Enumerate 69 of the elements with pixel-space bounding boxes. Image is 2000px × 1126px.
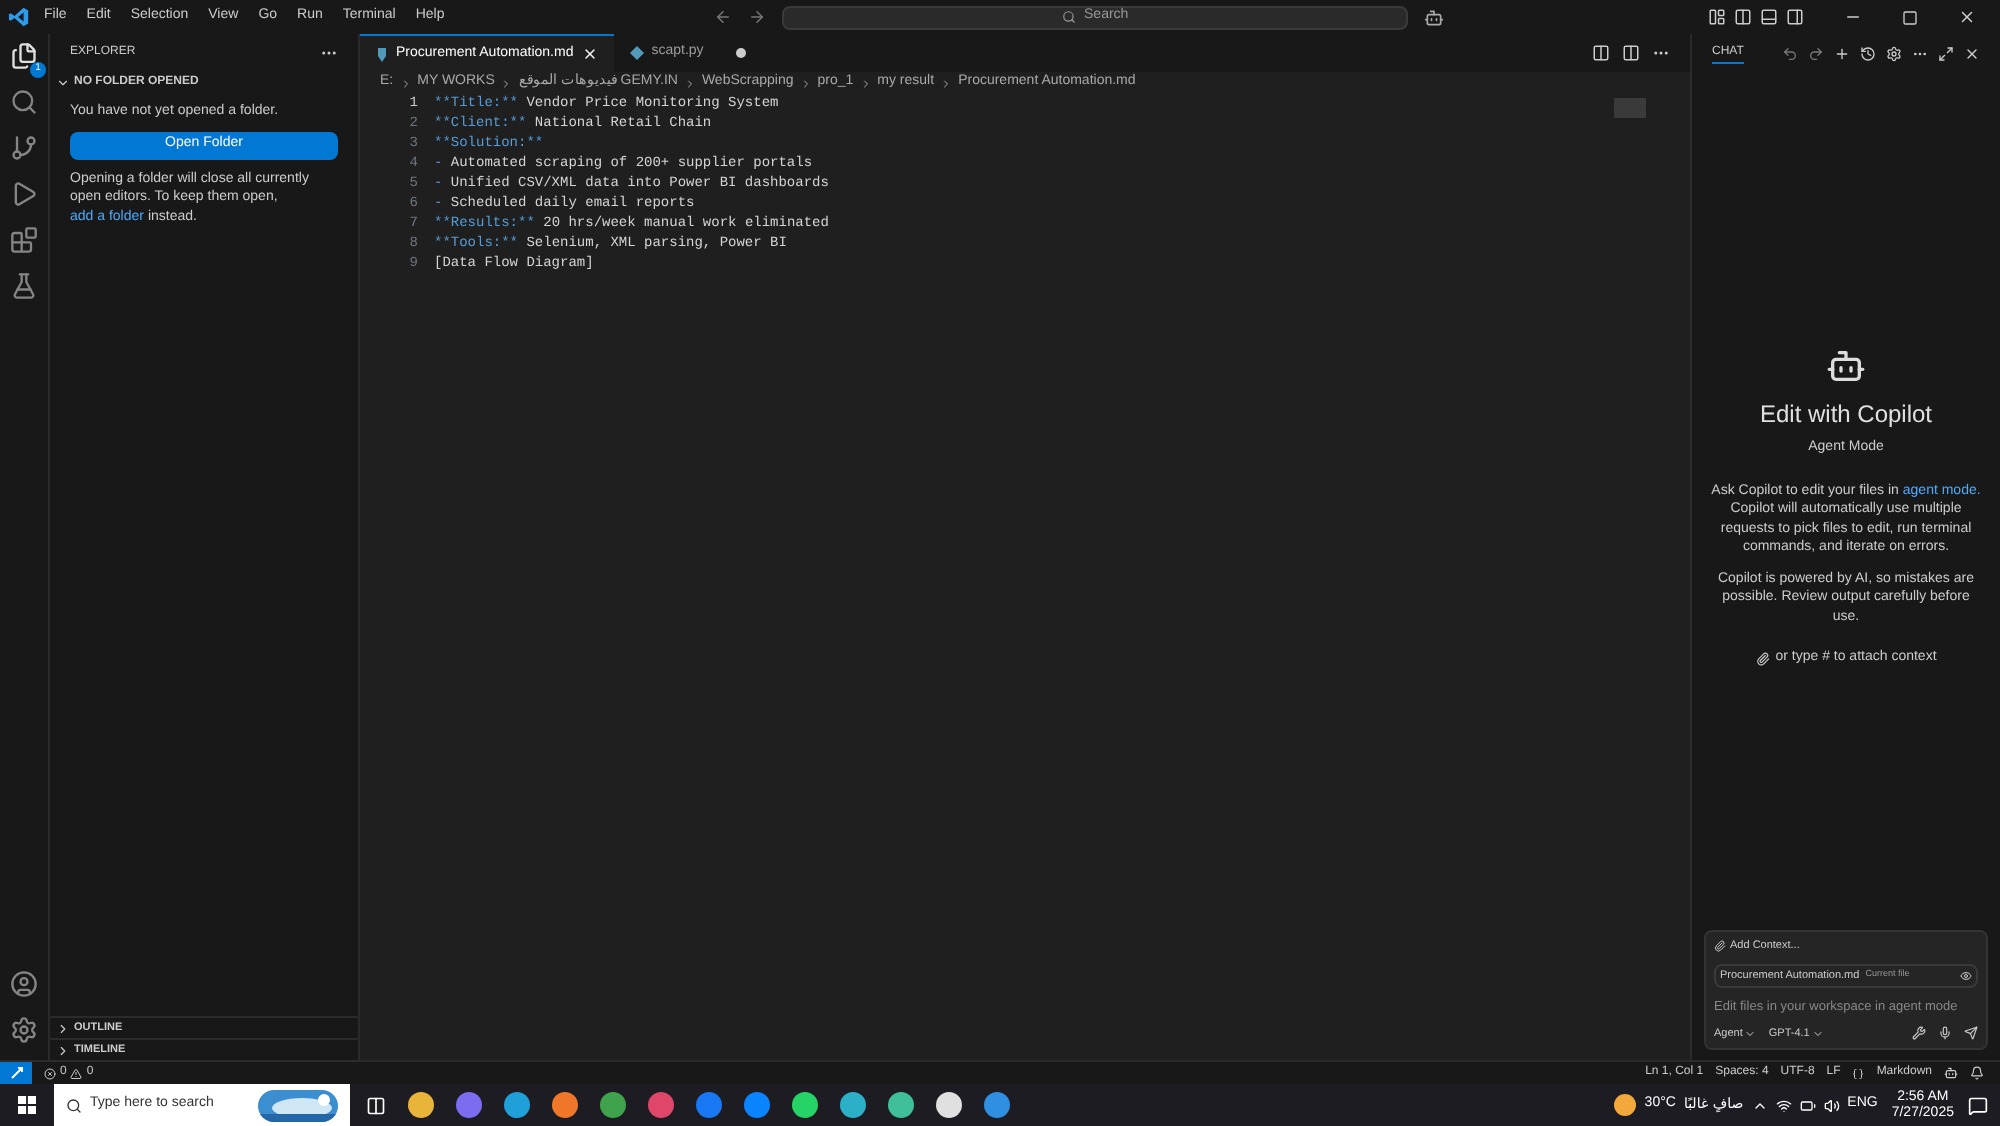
search-icon bbox=[1062, 10, 1077, 24]
close-icon[interactable] bbox=[1964, 45, 1980, 61]
python-file-icon bbox=[629, 46, 644, 60]
search-icon bbox=[66, 1097, 82, 1113]
copilot-status-icon[interactable] bbox=[1944, 1066, 1958, 1080]
settings-icon[interactable] bbox=[10, 1016, 38, 1044]
chevron-right-icon bbox=[683, 77, 696, 89]
layout-icon[interactable] bbox=[1708, 8, 1726, 26]
chevron-right-icon bbox=[799, 77, 812, 89]
bell-icon[interactable] bbox=[1970, 1066, 1984, 1080]
task-view-icon[interactable] bbox=[366, 1095, 386, 1115]
paperclip-icon bbox=[1714, 940, 1726, 953]
remote-button[interactable] bbox=[0, 1062, 32, 1084]
taskbar-app-icon[interactable] bbox=[600, 1092, 626, 1118]
copilot-icon bbox=[1826, 346, 1866, 386]
chat-heading: Edit with Copilot bbox=[1759, 398, 1933, 432]
eye-icon bbox=[1960, 969, 1972, 982]
weather-icon[interactable] bbox=[1614, 1094, 1637, 1116]
send-icon[interactable] bbox=[1964, 1026, 1978, 1041]
volume-icon[interactable] bbox=[1823, 1097, 1840, 1113]
taskbar-app-icon[interactable] bbox=[840, 1092, 866, 1118]
close-icon[interactable] bbox=[1958, 8, 1976, 26]
chevron-down-icon bbox=[56, 76, 70, 90]
plus-icon[interactable] bbox=[1834, 45, 1850, 61]
minimap bbox=[1614, 98, 1646, 118]
close-tab-icon[interactable] bbox=[581, 46, 598, 62]
taskbar-app-icon[interactable] bbox=[408, 1092, 434, 1118]
markdown-file-icon bbox=[376, 47, 388, 61]
notifications-icon[interactable] bbox=[1968, 1095, 1988, 1115]
taskbar-app-icon[interactable] bbox=[888, 1092, 914, 1118]
secondary-sidebar-icon[interactable] bbox=[1786, 8, 1804, 26]
battery-icon[interactable] bbox=[1799, 1097, 1816, 1113]
sidebar-toggle-icon[interactable] bbox=[1734, 8, 1752, 26]
flask-icon[interactable] bbox=[10, 272, 38, 300]
chevron-right-icon bbox=[940, 77, 953, 89]
run-icon[interactable] bbox=[10, 180, 38, 208]
chevron-right-icon bbox=[500, 77, 513, 89]
back-icon[interactable] bbox=[714, 8, 733, 26]
extensions-icon[interactable] bbox=[10, 226, 38, 254]
taskbar-app-icon[interactable] bbox=[504, 1092, 530, 1118]
chevron-right-icon bbox=[859, 77, 872, 89]
braces-icon bbox=[1852, 1067, 1865, 1079]
microphone-icon[interactable] bbox=[1938, 1026, 1952, 1041]
files-icon[interactable] bbox=[10, 42, 38, 70]
taskbar-app-icon[interactable] bbox=[936, 1092, 962, 1118]
taskbar-app-icon[interactable] bbox=[792, 1092, 818, 1118]
maximize-icon[interactable] bbox=[1902, 9, 1918, 25]
split-editor-icon[interactable] bbox=[1622, 44, 1640, 62]
chevron-right-icon bbox=[399, 77, 412, 89]
chevron-down-icon bbox=[1811, 1027, 1824, 1040]
remote-icon bbox=[9, 1066, 23, 1080]
panel-toggle-icon[interactable] bbox=[1760, 8, 1778, 26]
account-icon[interactable] bbox=[10, 970, 38, 998]
history-icon[interactable] bbox=[1860, 45, 1876, 61]
robot-icon[interactable] bbox=[1424, 7, 1445, 27]
redo-icon[interactable] bbox=[1808, 45, 1824, 61]
chevron-down-icon bbox=[1744, 1027, 1757, 1040]
maximize-icon[interactable] bbox=[1938, 45, 1954, 61]
network-icon[interactable] bbox=[1775, 1097, 1792, 1113]
branch-icon[interactable] bbox=[10, 134, 38, 162]
settings-icon[interactable] bbox=[1886, 45, 1902, 61]
forward-icon[interactable] bbox=[748, 8, 767, 26]
undo-icon[interactable] bbox=[1782, 45, 1798, 61]
taskbar-app-icon[interactable] bbox=[552, 1092, 578, 1118]
windows-start-icon[interactable] bbox=[18, 1096, 36, 1114]
app-logo-icon bbox=[8, 6, 30, 28]
search-icon[interactable] bbox=[10, 88, 38, 116]
paperclip-icon bbox=[1755, 651, 1770, 666]
tools-icon[interactable] bbox=[1912, 1026, 1926, 1041]
